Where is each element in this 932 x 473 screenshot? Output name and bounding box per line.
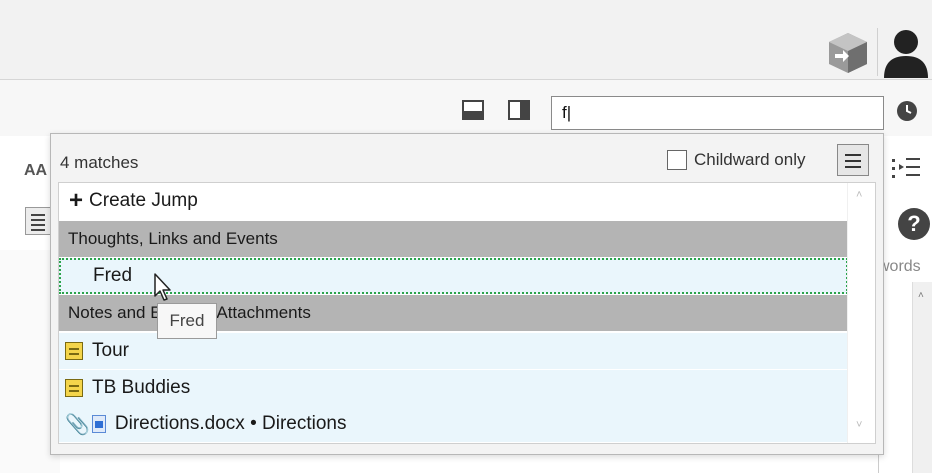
create-jump-item[interactable]: + Create Jump xyxy=(59,183,848,219)
search-input[interactable] xyxy=(551,96,884,130)
scroll-up-icon[interactable]: ˄ xyxy=(856,189,862,201)
list-item-label: TB Buddies xyxy=(92,377,191,398)
list-item-label: Tour xyxy=(92,340,129,361)
user-icon[interactable] xyxy=(880,26,932,78)
editor-scrollbar[interactable] xyxy=(912,282,932,473)
word-count-label: words xyxy=(878,258,921,275)
indent-list-icon[interactable] xyxy=(892,155,922,181)
childward-only-label: Childward only xyxy=(694,150,806,169)
hover-tooltip: Fred xyxy=(157,303,217,339)
scroll-up-arrow-icon[interactable]: ˄ xyxy=(918,290,924,301)
header-divider xyxy=(877,28,878,76)
popup-header: 4 matches Childward only xyxy=(51,134,883,182)
list-item-tb-buddies[interactable]: TB Buddies xyxy=(59,370,848,406)
list-item-directions[interactable]: 📎 Directions.docx • Directions xyxy=(59,406,848,442)
list-item-label: Fred xyxy=(93,265,133,286)
childward-only-toggle[interactable]: Childward only xyxy=(667,150,806,170)
popup-menu-button[interactable] xyxy=(837,144,869,176)
paperclip-icon: 📎 xyxy=(65,413,90,436)
match-count: 4 matches xyxy=(60,153,139,172)
search-results-popup: 4 matches Childward only + Create Jump T… xyxy=(50,133,884,455)
font-size-icon[interactable]: AA xyxy=(24,162,47,180)
plus-icon: + xyxy=(69,187,84,214)
cube-icon[interactable] xyxy=(825,30,871,76)
help-icon[interactable]: ? xyxy=(898,208,930,240)
list-item-label: Directions.docx • Directions xyxy=(114,413,347,434)
section-header-thoughts: Thoughts, Links and Events xyxy=(59,221,848,257)
section-title: Thoughts, Links and Events xyxy=(68,229,278,248)
layout-bottom-pane-icon[interactable] xyxy=(462,100,484,120)
note-icon xyxy=(65,379,83,397)
align-left-icon[interactable] xyxy=(25,207,51,235)
note-icon xyxy=(65,342,83,360)
top-header-bar xyxy=(0,0,932,80)
results-scrollbar[interactable]: ˄ ˅ xyxy=(847,183,875,443)
layout-right-pane-icon[interactable] xyxy=(508,100,530,120)
scroll-down-icon[interactable]: ˅ xyxy=(856,419,862,431)
childward-only-checkbox[interactable] xyxy=(667,150,687,170)
clock-icon[interactable] xyxy=(896,100,918,122)
list-item-fred[interactable]: Fred xyxy=(59,258,848,294)
create-jump-label: Create Jump xyxy=(89,190,198,211)
mouse-cursor-icon xyxy=(154,273,171,301)
word-document-icon xyxy=(91,415,106,433)
